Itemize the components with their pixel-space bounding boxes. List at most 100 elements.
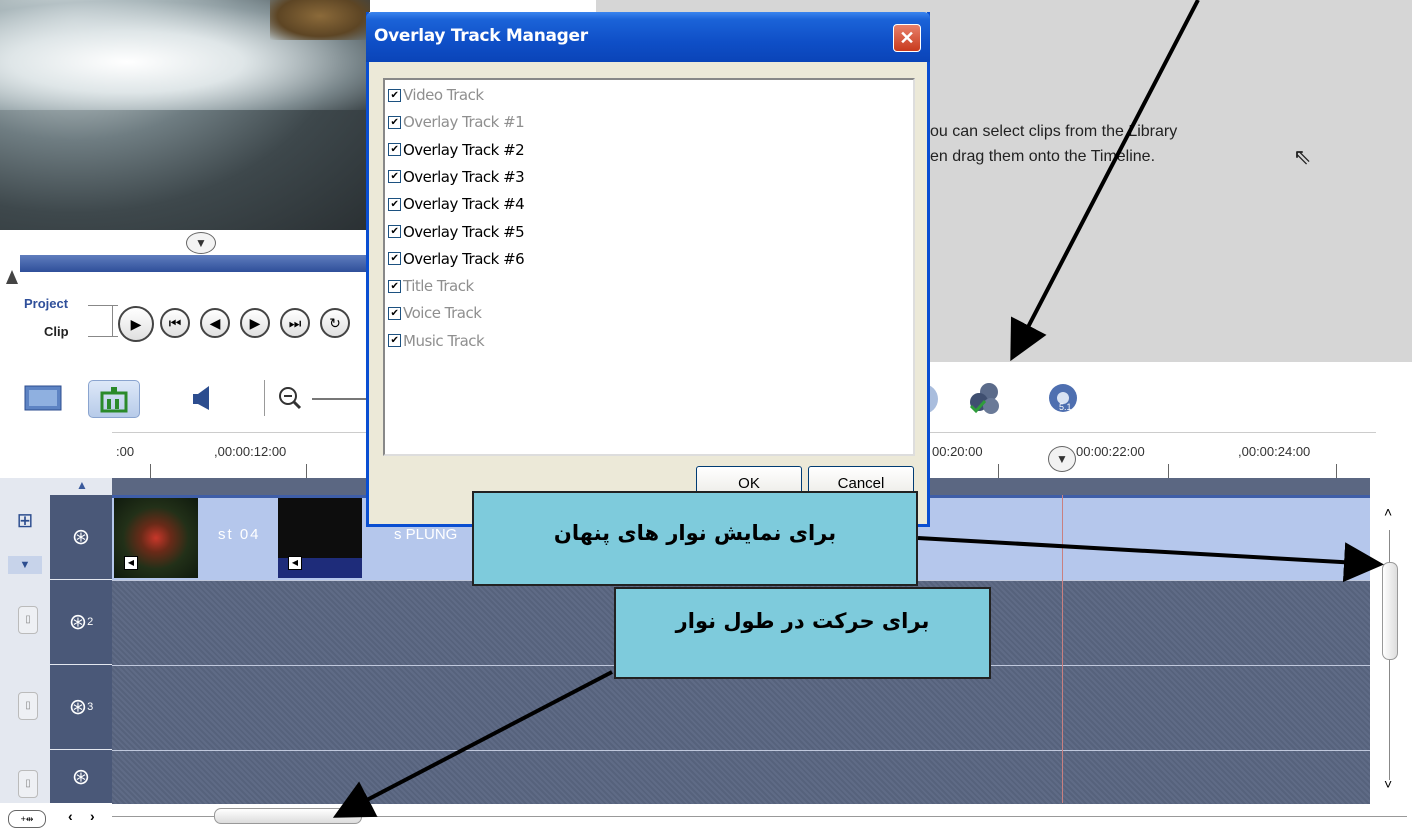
clip-label: st 04 [218, 526, 261, 543]
ruler-tick-label: ,00:00:24:00 [1238, 444, 1311, 459]
clip-label: s PLUNG [394, 526, 458, 543]
end-icon: ⏭ [288, 314, 302, 331]
track-manager-icon[interactable]: ⊞ [8, 504, 42, 538]
video-preview [0, 0, 370, 230]
ruler-tick [1336, 464, 1337, 478]
ruler-tick [150, 464, 151, 478]
overlay-track-2-header[interactable]: ⊛ 2 [50, 580, 112, 664]
video-clip-black[interactable]: ◀ [278, 498, 362, 578]
track-checkbox-row[interactable]: ✔ Overlay Track #4 [388, 193, 525, 215]
track-checkbox-row[interactable]: ✔ Overlay Track #6 [388, 248, 525, 270]
track-checkbox-label: Title Track [403, 277, 474, 296]
checkbox-icon[interactable]: ✔ [388, 115, 401, 129]
track-checkbox-label: Music Track [403, 331, 485, 350]
preview-scrub-bar[interactable] [20, 255, 370, 272]
checkbox-icon[interactable]: ✔ [388, 88, 401, 102]
scrub-start-handle-icon[interactable] [6, 270, 18, 284]
scroll-left-icon[interactable]: ‹ [68, 808, 73, 824]
track-checkbox-row[interactable]: ✔ Title Track [388, 275, 474, 297]
overlay-track-3-header[interactable]: ⊛ 3 [50, 665, 112, 749]
track-checkbox-label: Overlay Track #1 [403, 113, 525, 132]
track-checkbox-label: Overlay Track #6 [403, 249, 525, 268]
previous-frame-icon: ◀ [209, 314, 221, 331]
dialog-title: Overlay Track Manager [374, 26, 588, 46]
repeat-icon: ↻ [329, 314, 341, 331]
fit-timeline-icon[interactable]: +⇹ [8, 810, 46, 828]
track-checkbox-row[interactable]: ✔ Overlay Track #3 [388, 166, 525, 188]
ruler-tick [998, 464, 999, 478]
track-checkbox-row[interactable]: ✔ Overlay Track #5 [388, 221, 525, 243]
vertical-scrollbar[interactable]: ˄ ˅ [1376, 490, 1406, 800]
track-checkbox-label: Overlay Track #4 [403, 195, 525, 214]
track-checkbox-label: Video Track [403, 86, 484, 104]
film-reel-icon: ⊛ [71, 524, 91, 549]
clip-connector [88, 336, 118, 337]
overlay-track-4-lane[interactable] [112, 750, 1370, 804]
checkbox-icon[interactable]: ✔ [388, 143, 401, 157]
zoom-out-button[interactable] [270, 380, 310, 416]
checkbox-icon[interactable]: ✔ [388, 225, 401, 238]
clip-mode-label[interactable]: Clip [44, 324, 69, 339]
track-checkbox-row[interactable]: ✔ Overlay Track #1 [388, 111, 525, 133]
checkbox-icon[interactable]: ✔ [388, 306, 401, 320]
annotation-move-along-track: برای حرکت در طول نوار [614, 587, 991, 679]
timeline-view-icon [100, 387, 128, 413]
checkbox-icon[interactable]: ✔ [388, 197, 401, 211]
annotation-text: برای حرکت در طول نوار [675, 609, 930, 633]
video-clip-bird[interactable]: ◀ [114, 498, 198, 578]
track-checkbox-row[interactable]: ✔ Video Track [388, 84, 484, 106]
scroll-right-icon[interactable]: › [90, 808, 95, 824]
track-checkbox-row[interactable]: ✔ Overlay Track #2 [388, 139, 525, 161]
ruler-tick [306, 464, 307, 478]
ruler-tick-label: :00 [116, 444, 135, 459]
storyboard-view-icon [24, 385, 62, 411]
video-clip-title[interactable]: st 04 [198, 498, 278, 578]
track-checkbox-row[interactable]: ✔ Music Track [388, 330, 485, 352]
storyboard-view-button[interactable] [18, 380, 68, 416]
preview-rock [270, 0, 370, 40]
track-lock-icon[interactable]: ▯ [18, 770, 38, 798]
scroll-up-icon[interactable]: ˄ [1384, 504, 1392, 520]
collapse-up-icon[interactable]: ▲ [76, 478, 88, 492]
playhead-marker-icon[interactable]: ▼ [1048, 446, 1076, 472]
repeat-button[interactable]: ↻ [320, 308, 350, 338]
ruler-tick-label: ,00:00:12:00 [214, 444, 287, 459]
track-lock-icon[interactable]: ▯ [18, 606, 38, 634]
track-number: 2 [87, 616, 94, 628]
trim-marker-icon[interactable]: ▼ [186, 232, 216, 254]
previous-frame-button[interactable]: ◀ [200, 308, 230, 338]
scroll-thumb[interactable] [1382, 562, 1398, 660]
play-button[interactable]: ▶ [118, 306, 154, 342]
horizontal-scroll-thumb[interactable] [214, 808, 362, 824]
video-track-header[interactable]: ⊛ [50, 495, 112, 579]
next-frame-icon: ▶ [249, 314, 261, 331]
audio-view-button[interactable] [178, 380, 228, 416]
svg-text:5.1: 5.1 [1059, 402, 1072, 412]
checkbox-icon[interactable]: ✔ [388, 279, 401, 293]
expand-tracks-icon[interactable]: ▼ [8, 556, 42, 574]
close-icon[interactable]: ✕ [893, 24, 921, 52]
surround-sound-button[interactable]: 5.1 [1038, 380, 1088, 416]
track-checkbox-label: Overlay Track #5 [403, 222, 525, 241]
scroll-down-icon[interactable]: ˅ [1384, 776, 1392, 792]
mode-bracket [112, 305, 113, 336]
overlay-track-manager-icon [969, 383, 999, 414]
overlay-track-manager-button[interactable] [960, 380, 1010, 416]
zoom-slider[interactable] [312, 398, 367, 400]
audio-icon: ◀ [124, 556, 138, 570]
audio-view-icon [193, 386, 209, 410]
track-checkbox-row[interactable]: ✔ Voice Track [388, 302, 482, 324]
end-button[interactable]: ⏭ [280, 308, 310, 338]
checkbox-icon[interactable]: ✔ [388, 334, 401, 348]
timeline-view-button[interactable] [88, 380, 140, 418]
checkbox-icon[interactable]: ✔ [388, 170, 401, 184]
checkbox-icon[interactable]: ✔ [388, 252, 401, 266]
home-button[interactable]: ⏮ [160, 308, 190, 338]
ruler-tick-label: 00:00:22:00 [1076, 444, 1145, 459]
project-mode-label[interactable]: Project [24, 296, 68, 311]
track-lock-icon[interactable]: ▯ [18, 692, 38, 720]
overlay-track-4-header[interactable]: ⊛ [50, 750, 112, 803]
track-checkbox-label: Overlay Track #2 [403, 140, 525, 159]
next-frame-button[interactable]: ▶ [240, 308, 270, 338]
audio-icon: ◀ [288, 556, 302, 570]
